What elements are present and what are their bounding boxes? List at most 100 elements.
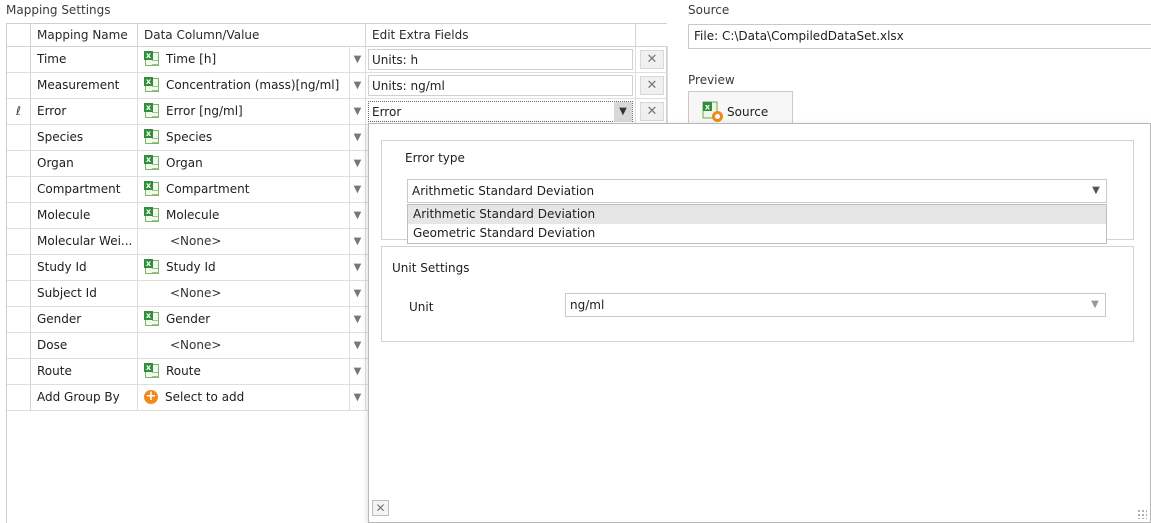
chevron-down-icon[interactable]: ▼ bbox=[349, 281, 365, 306]
data-column-value: <None> bbox=[170, 286, 222, 300]
data-column-cell[interactable]: x Concentration (mass)[ng/ml] ▼ bbox=[138, 73, 366, 99]
extra-fields-input[interactable]: Units: h bbox=[368, 49, 633, 70]
mapping-name-cell: Species bbox=[31, 125, 138, 151]
grid-header: Mapping Name Data Column/Value Edit Extr… bbox=[7, 24, 668, 47]
data-column-cell[interactable]: x Route ▼ bbox=[138, 359, 366, 385]
chevron-down-icon[interactable]: ▼ bbox=[1085, 294, 1105, 316]
excel-column-icon: x bbox=[144, 362, 160, 379]
data-column-cell[interactable]: + Select to add ▼ bbox=[138, 385, 366, 411]
mapping-name-cell: Molecule bbox=[31, 203, 138, 229]
excel-column-icon: x bbox=[144, 180, 160, 197]
unit-combo[interactable]: ng/ml ▼ bbox=[565, 293, 1106, 317]
extra-fields-cell[interactable]: Error ▼ bbox=[366, 99, 636, 125]
error-type-combo[interactable]: Arithmetic Standard Deviation ▼ bbox=[407, 179, 1107, 203]
close-icon: ✕ bbox=[646, 78, 658, 93]
error-type-option[interactable]: Arithmetic Standard Deviation bbox=[408, 205, 1106, 224]
mapping-name-cell: Time bbox=[31, 47, 138, 73]
data-column-cell[interactable]: x Molecule ▼ bbox=[138, 203, 366, 229]
row-indicator bbox=[7, 385, 31, 411]
table-row[interactable]: Measurement x Concentration (mass)[ng/ml] ▼… bbox=[7, 73, 668, 99]
table-row[interactable]: Time x Time [h] ▼ Units: h ✕ bbox=[7, 47, 668, 73]
chevron-down-icon[interactable]: ▼ bbox=[349, 359, 365, 384]
mapping-name-cell: Organ bbox=[31, 151, 138, 177]
data-column-cell[interactable]: x Error [ng/ml] ▼ bbox=[138, 99, 366, 125]
chevron-down-icon[interactable]: ▼ bbox=[1086, 180, 1106, 202]
data-column-cell[interactable]: <None> ▼ bbox=[138, 229, 366, 255]
chevron-down-icon[interactable]: ▼ bbox=[349, 255, 365, 280]
mapping-name-cell: Route bbox=[31, 359, 138, 385]
table-row[interactable]: ℓ Error x Error [ng/ml] ▼ Error ▼ ✕ bbox=[7, 99, 668, 125]
mapping-settings-title: Mapping Settings bbox=[6, 3, 111, 17]
file-path-field[interactable]: File: C:\Data\CompiledDataSet.xlsx bbox=[688, 24, 1151, 49]
chevron-down-icon[interactable]: ▼ bbox=[349, 229, 365, 254]
source-title: Source bbox=[688, 3, 730, 17]
mapping-name-cell: Dose bbox=[31, 333, 138, 359]
header-mapping-name[interactable]: Mapping Name bbox=[31, 24, 138, 47]
extra-fields-input[interactable]: Units: ng/ml bbox=[368, 75, 633, 96]
chevron-down-icon[interactable]: ▼ bbox=[349, 47, 365, 72]
mapping-name-cell: Compartment bbox=[31, 177, 138, 203]
header-data-column[interactable]: Data Column/Value bbox=[138, 24, 366, 47]
data-column-cell[interactable]: x Study Id ▼ bbox=[138, 255, 366, 281]
data-column-cell[interactable]: x Time [h] ▼ bbox=[138, 47, 366, 73]
excel-column-icon: x bbox=[144, 206, 160, 223]
error-type-option[interactable]: Geometric Standard Deviation bbox=[408, 224, 1106, 243]
data-column-cell[interactable]: x Species ▼ bbox=[138, 125, 366, 151]
header-extra-fields[interactable]: Edit Extra Fields bbox=[366, 24, 636, 47]
error-type-label: Error type bbox=[405, 151, 465, 165]
error-settings-popup: Error type Arithmetic Standard Deviation… bbox=[368, 123, 1151, 523]
chevron-down-icon[interactable]: ▼ bbox=[349, 385, 365, 410]
data-column-value: Molecule bbox=[166, 208, 220, 222]
chevron-down-icon[interactable]: ▼ bbox=[349, 99, 365, 124]
excel-column-icon: x bbox=[144, 102, 160, 119]
data-column-cell[interactable]: x Gender ▼ bbox=[138, 307, 366, 333]
close-popup-button[interactable]: ✕ bbox=[372, 500, 389, 516]
unit-label: Unit bbox=[409, 300, 434, 314]
extra-fields-cell[interactable]: Units: h bbox=[366, 47, 636, 73]
data-column-value: Compartment bbox=[166, 182, 250, 196]
close-icon: ✕ bbox=[646, 104, 658, 119]
delete-row-button[interactable]: ✕ bbox=[640, 50, 664, 69]
mapping-name-cell: Molecular Wei... bbox=[31, 229, 138, 255]
add-icon: + bbox=[144, 388, 158, 404]
resize-grip-icon[interactable] bbox=[1137, 509, 1147, 519]
mapping-name-cell: Measurement bbox=[31, 73, 138, 99]
data-column-cell[interactable]: x Compartment ▼ bbox=[138, 177, 366, 203]
delete-cell: ✕ bbox=[636, 99, 668, 125]
row-indicator bbox=[7, 333, 31, 359]
chevron-down-icon[interactable]: ▼ bbox=[349, 203, 365, 228]
close-icon: ✕ bbox=[646, 52, 658, 67]
chevron-down-icon[interactable]: ▼ bbox=[349, 333, 365, 358]
data-column-cell[interactable]: x Organ ▼ bbox=[138, 151, 366, 177]
file-label: File: bbox=[694, 29, 719, 43]
delete-row-button[interactable]: ✕ bbox=[640, 76, 664, 95]
svg-text:x: x bbox=[705, 103, 711, 112]
header-delete-column bbox=[636, 24, 668, 47]
chevron-down-icon[interactable]: ▼ bbox=[349, 125, 365, 150]
extra-fields-value: Units: h bbox=[372, 53, 419, 67]
row-indicator bbox=[7, 125, 31, 151]
delete-cell: ✕ bbox=[636, 47, 668, 73]
row-indicator bbox=[7, 203, 31, 229]
chevron-down-icon[interactable]: ▼ bbox=[349, 73, 365, 98]
excel-column-icon: x bbox=[144, 154, 160, 171]
preview-label: Preview bbox=[688, 73, 735, 87]
chevron-down-icon[interactable]: ▼ bbox=[349, 177, 365, 202]
data-column-cell[interactable]: <None> ▼ bbox=[138, 333, 366, 359]
chevron-down-icon[interactable]: ▼ bbox=[349, 151, 365, 176]
error-type-options-list: Arithmetic Standard Deviation Geometric … bbox=[407, 204, 1107, 244]
extra-fields-cell[interactable]: Units: ng/ml bbox=[366, 73, 636, 99]
extra-fields-value: Units: ng/ml bbox=[372, 79, 445, 93]
chevron-down-icon[interactable]: ▼ bbox=[614, 102, 632, 122]
excel-column-icon: x bbox=[144, 76, 160, 93]
data-column-cell[interactable]: <None> ▼ bbox=[138, 281, 366, 307]
data-column-value: Route bbox=[166, 364, 201, 378]
extra-fields-value: Error bbox=[372, 105, 402, 119]
row-indicator bbox=[7, 229, 31, 255]
delete-row-button[interactable]: ✕ bbox=[640, 102, 664, 121]
row-indicator bbox=[7, 359, 31, 385]
extra-fields-input[interactable]: Error ▼ bbox=[368, 101, 633, 122]
mapping-name-cell: Error bbox=[31, 99, 138, 125]
chevron-down-icon[interactable]: ▼ bbox=[349, 307, 365, 332]
data-column-value: Study Id bbox=[166, 260, 216, 274]
